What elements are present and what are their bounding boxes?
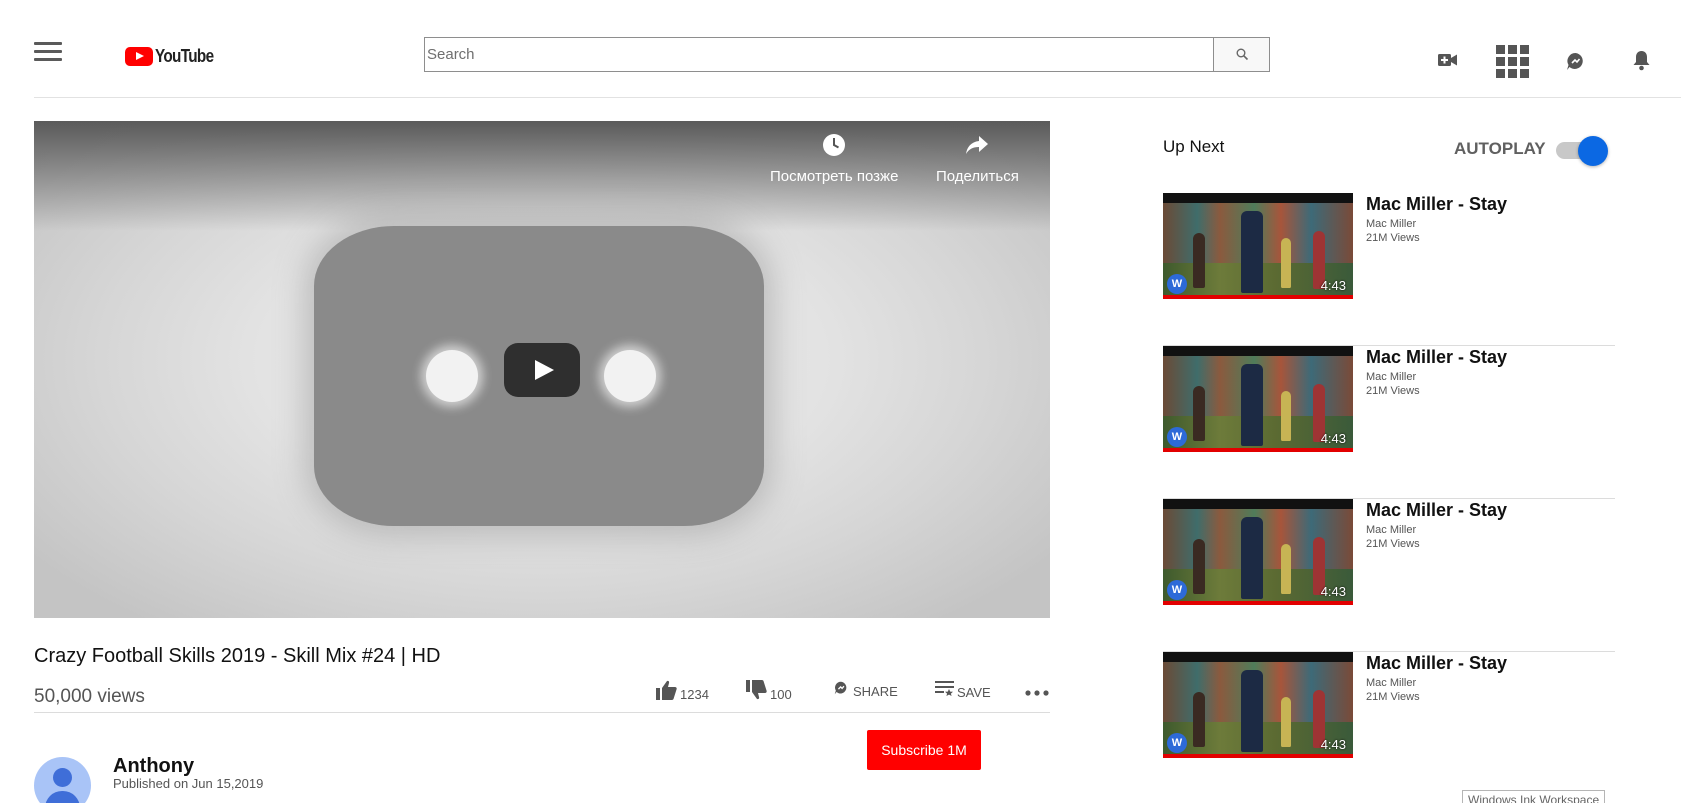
- tv-left-light: [426, 350, 478, 402]
- video-thumbnail[interactable]: W 4:43: [1163, 652, 1353, 758]
- view-count: 50,000 views: [34, 686, 145, 707]
- card-views: 21M Views: [1366, 385, 1420, 397]
- warner-logo-icon: W: [1167, 427, 1187, 447]
- share-label: SHARE: [853, 684, 898, 699]
- save-playlist-icon: [935, 681, 954, 696]
- dislike-count: 100: [770, 686, 792, 702]
- card-channel: Mac Miller: [1366, 677, 1417, 689]
- warner-logo-icon: W: [1167, 580, 1187, 600]
- card-channel: Mac Miller: [1366, 218, 1417, 230]
- watch-later-label: Посмотреть позже: [770, 168, 899, 185]
- play-button[interactable]: [504, 343, 580, 397]
- up-next-heading: Up Next: [1163, 137, 1225, 156]
- autoplay-toggle[interactable]: [1556, 136, 1608, 166]
- card-views: 21M Views: [1366, 691, 1420, 703]
- card-channel: Mac Miller: [1366, 371, 1417, 383]
- channel-avatar[interactable]: [34, 757, 91, 803]
- video-player[interactable]: Посмотреть позже Поделиться: [34, 121, 1050, 618]
- page: YouTube Search Посмотреть позже Поделить…: [0, 0, 1700, 803]
- share-overlay-label: Поделиться: [936, 168, 1019, 185]
- messages-icon[interactable]: [1566, 52, 1585, 71]
- thumbs-up-icon: [656, 680, 677, 700]
- youtube-logo[interactable]: YouTube: [125, 46, 224, 67]
- warner-logo-icon: W: [1167, 733, 1187, 753]
- share-button[interactable]: SHARE: [834, 680, 898, 699]
- save-label: SAVE: [957, 684, 991, 700]
- like-count: 1234: [680, 686, 709, 702]
- video-duration: 4:43: [1320, 737, 1346, 752]
- search-icon: [1236, 48, 1249, 61]
- card-title[interactable]: Mac Miller - Stay: [1366, 653, 1507, 674]
- card-title[interactable]: Mac Miller - Stay: [1366, 347, 1507, 368]
- like-button[interactable]: 1234: [656, 680, 709, 702]
- toggle-knob: [1578, 136, 1608, 166]
- header-divider: [34, 97, 1681, 98]
- publish-date: Published on Jun 15,2019: [113, 776, 264, 791]
- more-horizontal-icon: [1025, 690, 1049, 696]
- subscribe-button[interactable]: Subscribe 1M: [867, 730, 981, 770]
- card-title[interactable]: Mac Miller - Stay: [1366, 194, 1507, 215]
- up-next-card[interactable]: W 4:43 Mac Miller - Stay Mac Miller 21M View…: [1163, 652, 1615, 803]
- video-thumbnail[interactable]: W 4:43: [1163, 346, 1353, 452]
- video-thumbnail[interactable]: W 4:43: [1163, 193, 1353, 299]
- search-button[interactable]: [1213, 38, 1269, 71]
- search-bar: [424, 37, 1270, 72]
- up-next-card[interactable]: W 4:43 Mac Miller - Stay Mac Miller 21M View…: [1163, 499, 1615, 652]
- avatar-user-body: [45, 791, 80, 803]
- youtube-play-logo-icon: [125, 47, 153, 66]
- up-next-card[interactable]: W 4:43 Mac Miller - Stay Mac Miller 21M View…: [1163, 346, 1615, 499]
- card-channel: Mac Miller: [1366, 524, 1417, 536]
- create-video-icon[interactable]: [1438, 53, 1458, 67]
- share-bubble-icon: [834, 681, 847, 694]
- avatar-user-icon: [53, 768, 72, 787]
- apps-grid-icon[interactable]: [1496, 45, 1529, 78]
- card-title[interactable]: Mac Miller - Stay: [1366, 500, 1507, 521]
- share-overlay-button[interactable]: Поделиться: [936, 133, 1019, 185]
- tv-right-light: [604, 350, 656, 402]
- info-divider: [34, 712, 1050, 713]
- video-duration: 4:43: [1320, 431, 1346, 446]
- top-bar: YouTube: [0, 0, 1700, 98]
- logo-text: YouTube: [155, 46, 214, 66]
- clock-icon: [823, 134, 846, 156]
- notifications-bell-icon[interactable]: [1633, 50, 1650, 71]
- autoplay-label: AUTOPLAY: [1454, 139, 1546, 158]
- dislike-button[interactable]: 100: [746, 680, 792, 702]
- card-views: 21M Views: [1366, 538, 1420, 550]
- watch-later-button[interactable]: Посмотреть позже: [770, 133, 898, 185]
- video-duration: 4:43: [1320, 584, 1346, 599]
- warner-logo-icon: W: [1167, 274, 1187, 294]
- search-input[interactable]: [425, 38, 1214, 71]
- thumbs-down-icon: [746, 680, 767, 700]
- hamburger-menu-icon[interactable]: [34, 42, 62, 66]
- windows-ink-tooltip: Windows Ink Workspace: [1462, 790, 1606, 803]
- more-actions-button[interactable]: [1025, 690, 1049, 696]
- video-title: Crazy Football Skills 2019 - Skill Mix #…: [34, 645, 441, 667]
- video-thumbnail[interactable]: W 4:43: [1163, 499, 1353, 605]
- video-duration: 4:43: [1320, 278, 1346, 293]
- card-views: 21M Views: [1366, 232, 1420, 244]
- share-arrow-icon: [966, 136, 989, 154]
- up-next-card[interactable]: W 4:43 Mac Miller - Stay Mac Miller 21M View…: [1163, 193, 1615, 346]
- save-button[interactable]: SAVE: [935, 680, 991, 700]
- channel-name[interactable]: Anthony: [113, 755, 194, 778]
